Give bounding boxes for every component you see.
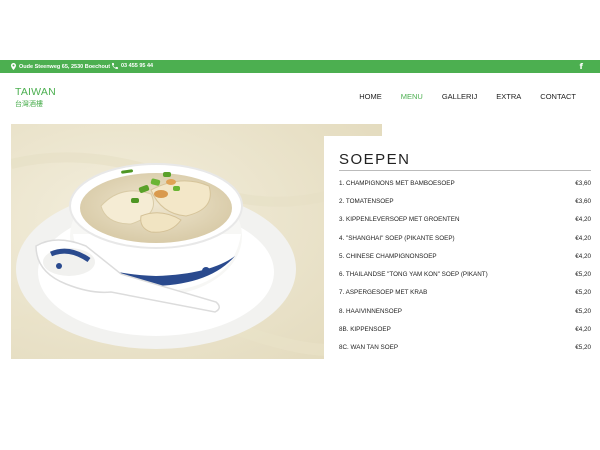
map-pin-icon xyxy=(11,63,16,70)
menu-item-name: 7. ASPERGESOEP MET KRAB xyxy=(339,289,428,297)
menu-item-name: 8. HAAIVINNENSOEP xyxy=(339,307,402,315)
menu-item-price: €4,20 xyxy=(575,252,591,260)
logo-name: TAIWAN xyxy=(15,86,56,98)
site-logo[interactable]: TAIWAN 台灣酒樓 xyxy=(15,86,56,109)
nav-item-extra[interactable]: EXTRA xyxy=(496,92,521,101)
nav-item-home[interactable]: HOME xyxy=(359,92,382,101)
menu-item: 3. KIPPENLEVERSOEP MET GROENTEN €4,20 xyxy=(339,211,591,229)
menu-item-price: €4,20 xyxy=(575,326,591,334)
menu-item-price: €5,20 xyxy=(575,271,591,279)
menu-item: 1. CHAMPIGNONS MET BAMBOESOEP €3,60 xyxy=(339,174,591,192)
menu-item: 7. ASPERGESOEP MET KRAB €5,20 xyxy=(339,284,591,302)
menu-item: 8B. KIPPENSOEP €4,20 xyxy=(339,320,591,338)
menu-item-name: 8B. KIPPENSOEP xyxy=(339,326,391,334)
menu-item-price: €4,20 xyxy=(575,234,591,242)
logo-subtitle: 台灣酒樓 xyxy=(15,100,43,108)
title-divider xyxy=(339,170,591,171)
main-nav: HOME MENU GALLERIJ EXTRA CONTACT xyxy=(340,92,576,101)
menu-item: 8C. WAN TAN SOEP €5,20 xyxy=(339,339,591,357)
menu-item-name: 5. CHINESE CHAMPIGNONSOEP xyxy=(339,252,437,260)
nav-item-contact[interactable]: CONTACT xyxy=(540,92,576,101)
phone-icon xyxy=(112,63,118,69)
menu-item: 8. HAAIVINNENSOEP €5,20 xyxy=(339,302,591,320)
menu-item-name: 8C. WAN TAN SOEP xyxy=(339,344,399,352)
top-info-bar: Oude Steenweg 65, 2530 Boechout 03 455 9… xyxy=(0,60,600,73)
nav-item-menu[interactable]: MENU xyxy=(401,92,423,101)
menu-section-title: SOEPEN xyxy=(339,151,411,168)
menu-item-price: €4,20 xyxy=(575,216,591,224)
facebook-icon[interactable]: f xyxy=(580,62,583,71)
soup-menu-card: SOEPEN 1. CHAMPIGNONS MET BAMBOESOEP €3,6… xyxy=(324,136,600,360)
address-text: Oude Steenweg 65, 2530 Boechout xyxy=(19,63,111,70)
menu-list: 1. CHAMPIGNONS MET BAMBOESOEP €3,60 2. TO… xyxy=(339,174,591,357)
menu-item-price: €5,20 xyxy=(575,307,591,315)
menu-item: 4. "SHANGHAI" SOEP (PIKANTE SOEP) €4,20 xyxy=(339,229,591,247)
menu-item-price: €5,20 xyxy=(575,289,591,297)
menu-item-price: €3,60 xyxy=(575,197,591,205)
menu-item: 6. THAILANDSE "TONG YAM KON" SOEP (PIKAN… xyxy=(339,265,591,283)
menu-item-name: 4. "SHANGHAI" SOEP (PIKANTE SOEP) xyxy=(339,234,455,242)
address-block: Oude Steenweg 65, 2530 Boechout xyxy=(11,63,110,70)
nav-item-gallerij[interactable]: GALLERIJ xyxy=(442,92,477,101)
menu-item-price: €3,60 xyxy=(575,179,591,187)
menu-item-name: 2. TOMATENSOEP xyxy=(339,197,394,205)
menu-item-price: €5,20 xyxy=(575,344,591,352)
phone-text: 03 455 95 44 xyxy=(121,63,154,69)
phone-block[interactable]: 03 455 95 44 xyxy=(112,63,153,69)
menu-item-name: 6. THAILANDSE "TONG YAM KON" SOEP (PIKAN… xyxy=(339,271,488,279)
menu-item-name: 3. KIPPENLEVERSOEP MET GROENTEN xyxy=(339,216,460,224)
menu-item-name: 1. CHAMPIGNONS MET BAMBOESOEP xyxy=(339,179,455,187)
menu-item: 2. TOMATENSOEP €3,60 xyxy=(339,192,591,210)
menu-item: 5. CHINESE CHAMPIGNONSOEP €4,20 xyxy=(339,247,591,265)
